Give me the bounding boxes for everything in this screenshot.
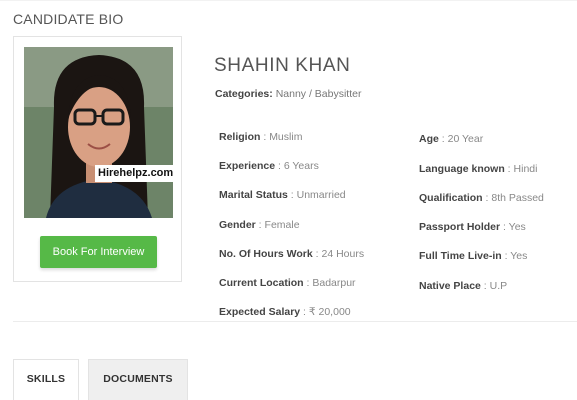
categories-value: Nanny / Babysitter bbox=[275, 88, 362, 100]
detail-value: ₹ 20,000 bbox=[308, 306, 351, 318]
detail-label: Religion bbox=[219, 131, 261, 143]
detail-full-time-live-in: Full Time Live-in : Yes bbox=[419, 250, 527, 262]
top-divider bbox=[0, 0, 577, 1]
detail-label: Marital Status bbox=[219, 189, 288, 201]
categories-label: Categories: bbox=[215, 88, 273, 100]
candidate-name: SHAHIN KHAN bbox=[214, 55, 351, 76]
detail-value: Unmarried bbox=[296, 189, 346, 201]
detail-separator: : bbox=[260, 131, 270, 143]
detail-separator: : bbox=[287, 189, 297, 201]
tab-skills[interactable]: SKILLS bbox=[13, 359, 79, 400]
detail-separator: : bbox=[300, 306, 309, 318]
tab-documents[interactable]: DOCUMENTS bbox=[88, 359, 188, 400]
detail-label: Full Time Live-in bbox=[419, 250, 502, 262]
detail-separator: : bbox=[312, 248, 322, 260]
candidate-portrait-image bbox=[24, 47, 173, 218]
detail-value: Muslim bbox=[269, 131, 303, 143]
detail-label: Language known bbox=[419, 163, 505, 175]
detail-separator: : bbox=[255, 219, 265, 231]
detail-value: 20 Year bbox=[447, 133, 484, 145]
book-for-interview-button[interactable]: Book For Interview bbox=[40, 236, 157, 268]
detail-hours-work: No. Of Hours Work : 24 Hours bbox=[219, 248, 364, 260]
detail-age: Age : 20 Year bbox=[419, 133, 483, 145]
detail-experience: Experience : 6 Years bbox=[219, 160, 319, 172]
detail-label: Qualification bbox=[419, 192, 483, 204]
detail-label: Gender bbox=[219, 219, 256, 231]
detail-marital-status: Marital Status : Unmarried bbox=[219, 189, 346, 201]
detail-value: U.P bbox=[489, 280, 508, 292]
detail-separator: : bbox=[500, 221, 509, 233]
detail-value: 24 Hours bbox=[321, 248, 365, 260]
section-divider bbox=[13, 321, 577, 322]
detail-language: Language known : Hindi bbox=[419, 163, 537, 175]
detail-label: Native Place bbox=[419, 280, 481, 292]
detail-label: Current Location bbox=[219, 277, 304, 289]
detail-qualification: Qualification : 8th Passed bbox=[419, 192, 544, 204]
detail-value: 6 Years bbox=[283, 160, 319, 172]
detail-label: Experience bbox=[219, 160, 276, 172]
detail-religion: Religion : Muslim bbox=[219, 131, 302, 143]
detail-native-place: Native Place : U.P bbox=[419, 280, 507, 292]
profile-card: Hirehelpz.com Book For Interview bbox=[13, 36, 182, 282]
detail-label: Expected Salary bbox=[219, 306, 301, 318]
watermark-text: Hirehelpz.com bbox=[95, 165, 173, 182]
detail-value: Yes bbox=[510, 250, 528, 262]
detail-passport-holder: Passport Holder : Yes bbox=[419, 221, 526, 233]
detail-label: Age bbox=[419, 133, 439, 145]
detail-label: Passport Holder bbox=[419, 221, 501, 233]
detail-value: Yes bbox=[508, 221, 526, 233]
detail-value: Female bbox=[264, 219, 300, 231]
detail-value: Badarpur bbox=[312, 277, 356, 289]
detail-gender: Gender : Female bbox=[219, 219, 300, 231]
detail-separator: : bbox=[504, 163, 514, 175]
detail-separator: : bbox=[501, 250, 511, 262]
candidate-photo: Hirehelpz.com bbox=[24, 47, 173, 218]
detail-value: Hindi bbox=[513, 163, 538, 175]
detail-separator: : bbox=[438, 133, 448, 145]
detail-value: 8th Passed bbox=[491, 192, 544, 204]
detail-current-location: Current Location : Badarpur bbox=[219, 277, 356, 289]
detail-label: No. Of Hours Work bbox=[219, 248, 313, 260]
section-title: CANDIDATE BIO bbox=[13, 11, 124, 27]
detail-separator: : bbox=[480, 280, 490, 292]
categories-line: Categories: Nanny / Babysitter bbox=[215, 88, 361, 100]
detail-separator: : bbox=[275, 160, 284, 172]
detail-expected-salary: Expected Salary : ₹ 20,000 bbox=[219, 306, 351, 318]
